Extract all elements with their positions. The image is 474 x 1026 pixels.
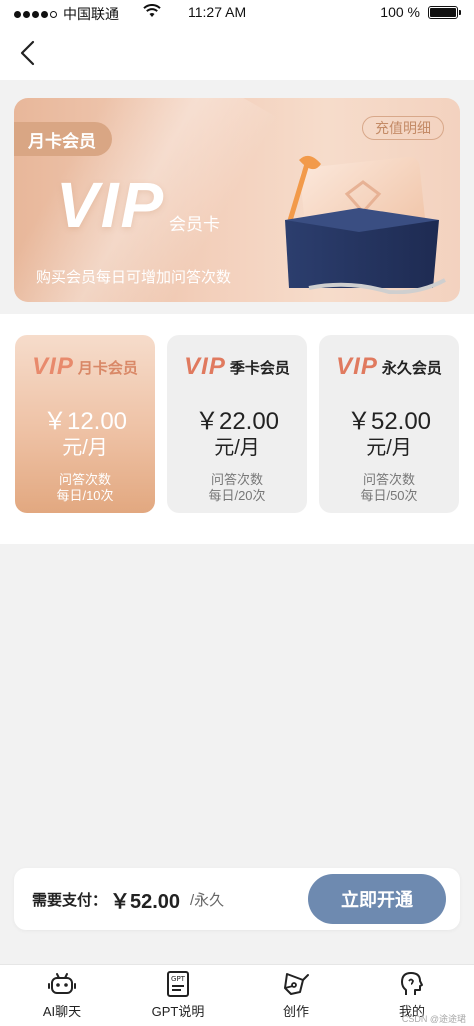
recharge-detail-button[interactable]: 充值明细 — [362, 116, 444, 140]
plan-quota-value: 每日/50次 — [360, 488, 418, 503]
carrier-name: 中国联通 — [63, 6, 119, 22]
battery-group: 100 % — [380, 4, 461, 20]
clock: 11:27 AM — [188, 4, 247, 20]
tab-ai-chat[interactable]: AI聊天 — [12, 967, 112, 1025]
plan-unit: 元/月 — [62, 437, 108, 459]
plan-card-lifetime[interactable]: VIP 永久会员 ￥52.00 元/月 问答次数 每日/50次 — [319, 335, 459, 513]
tab-create[interactable]: 创作 — [246, 967, 346, 1025]
plan-vip-logo: VIP — [32, 353, 74, 380]
vip-banner: 月卡会员 充值明细 VIP 会员卡 购买会员每日可增加问答次数 — [14, 98, 460, 302]
plan-quota-label: 问答次数 — [362, 472, 415, 487]
payment-bar: 需要支付： ￥52.00 /永久 立即开通 — [14, 868, 460, 930]
plan-section: VIP 月卡会员 ￥12.00 元/月 问答次数 每日/10次 VIP 季卡会员… — [0, 314, 474, 544]
tab-label: GPT说明 — [151, 1004, 205, 1019]
document-icon: GPT — [167, 971, 189, 997]
gift-box-icon — [285, 155, 446, 294]
payment-label: 需要支付： — [32, 892, 108, 909]
pen-icon — [284, 973, 309, 995]
payment-amount: ￥52.00 — [110, 891, 181, 913]
tab-gpt-guide[interactable]: GPT GPT说明 — [128, 967, 228, 1025]
plan-unit: 元/月 — [214, 437, 260, 459]
nav-bar — [0, 26, 474, 80]
plan-quota-label: 问答次数 — [58, 472, 111, 487]
tab-label: AI聊天 — [42, 1004, 82, 1019]
wifi-icon — [143, 4, 161, 17]
plan-card-monthly[interactable]: VIP 月卡会员 ￥12.00 元/月 问答次数 每日/10次 — [15, 335, 155, 513]
plan-quota: 问答次数 每日/50次 — [319, 472, 459, 504]
plan-quota-label: 问答次数 — [210, 472, 263, 487]
plan-quota-value: 每日/20次 — [208, 488, 266, 503]
plan-card-quarterly[interactable]: VIP 季卡会员 ￥22.00 元/月 问答次数 每日/20次 — [167, 335, 307, 513]
plan-quota: 问答次数 每日/20次 — [167, 472, 307, 504]
vip-logo: VIP — [56, 169, 166, 241]
plan-name: 季卡会员 — [229, 359, 290, 377]
back-arrow-icon[interactable] — [16, 40, 40, 66]
robot-icon — [48, 973, 76, 994]
plan-vip-logo: VIP — [184, 353, 226, 380]
banner-tag: 月卡会员 — [14, 122, 112, 156]
payment-unit: /永久 — [190, 892, 225, 909]
status-bar: 中国联通 11:27 AM 100 % — [0, 0, 474, 26]
plan-quota: 问答次数 每日/10次 — [15, 472, 155, 504]
battery-icon — [428, 5, 461, 19]
banner-description: 购买会员每日可增加问答次数 — [36, 269, 232, 286]
plan-name: 月卡会员 — [77, 359, 138, 377]
plan-name: 永久会员 — [381, 359, 442, 377]
open-now-button[interactable]: 立即开通 — [308, 874, 446, 924]
user-head-icon — [401, 972, 423, 995]
watermark: CSDN @途途珺 — [401, 1014, 466, 1024]
battery-percent: 100 % — [380, 4, 420, 20]
svg-text:GPT: GPT — [171, 975, 186, 983]
vip-card-label: 会员卡 — [169, 215, 220, 234]
signal-icon — [14, 10, 57, 18]
carrier-group: 中国联通 — [14, 4, 119, 24]
plan-unit: 元/月 — [366, 437, 412, 459]
tab-label: 创作 — [282, 1004, 309, 1019]
plan-quota-value: 每日/10次 — [56, 488, 114, 503]
plan-vip-logo: VIP — [336, 353, 378, 380]
